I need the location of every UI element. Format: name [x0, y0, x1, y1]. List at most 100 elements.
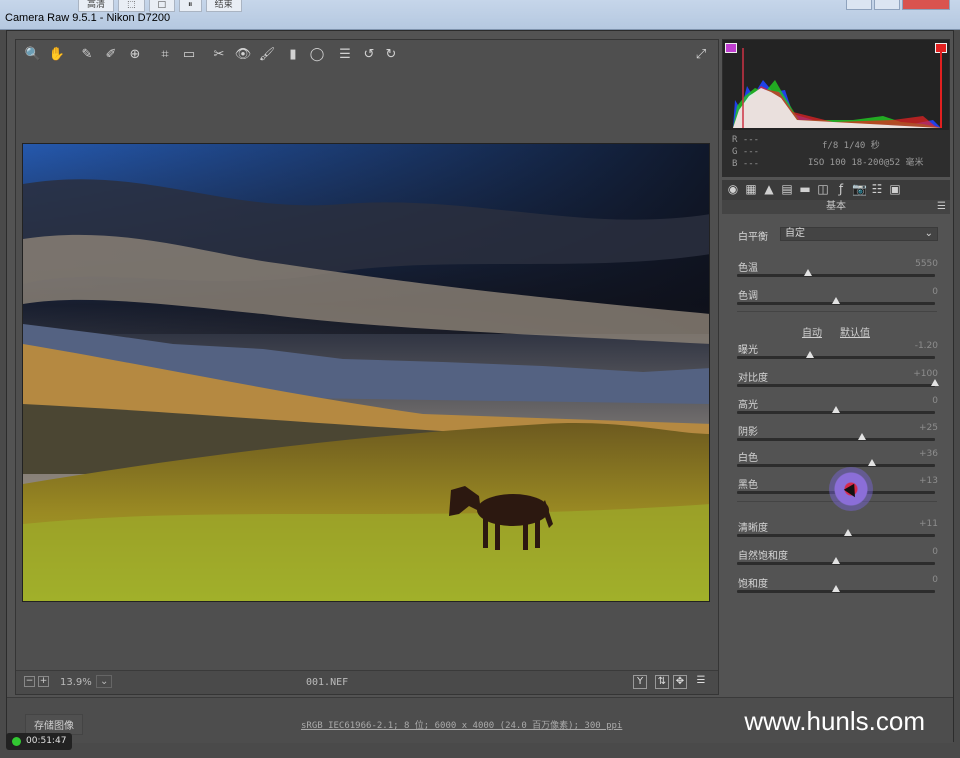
slider-track[interactable] [737, 406, 935, 414]
fullscreen-icon[interactable]: ⤢ [692, 46, 710, 64]
window-button[interactable]: □ [148, 0, 176, 12]
end-button[interactable]: 结束 [205, 0, 242, 12]
lens-info: ISO 100 18-200@52 毫米 [808, 158, 924, 168]
tone-curve-tab-icon[interactable]: ▦ [744, 182, 758, 196]
camera-raw-window: Camera Raw 9.5.1 - Nikon D7200 高清 ⬚ □ ⏸ … [0, 0, 960, 758]
radial-filter-icon[interactable]: ◯ [308, 46, 326, 64]
region-button[interactable]: ⬚ [118, 0, 145, 12]
adjustment-brush-icon[interactable]: 🖌 [258, 46, 276, 64]
slider-label: 阴影 [738, 427, 758, 438]
slider-label: 色调 [738, 291, 758, 302]
preferences-icon[interactable]: ☰ [336, 46, 354, 64]
basic-tab-icon[interactable]: ◉ [726, 182, 740, 196]
slider-thumb[interactable] [832, 557, 840, 564]
workflow-options-link[interactable]: sRGB IEC61966-2.1; 8 位; 6000 x 4000 (24.… [301, 718, 622, 731]
zoom-level[interactable]: 13.9% [60, 677, 92, 688]
slider-track[interactable] [737, 351, 935, 359]
target-adjust-icon[interactable]: ⊕ [126, 46, 144, 64]
slider-thumb[interactable] [843, 529, 852, 536]
slider-value[interactable]: +11 [898, 519, 938, 529]
default-link[interactable]: 默认值 [840, 324, 870, 339]
panel-menu-icon[interactable]: ☰ [937, 201, 946, 212]
slider-thumb[interactable] [931, 379, 939, 386]
slider-thumb[interactable] [832, 585, 840, 592]
slider-value[interactable]: +36 [898, 449, 938, 459]
slider-thumb[interactable] [804, 269, 813, 276]
slider-value[interactable]: 0 [898, 547, 938, 557]
snapshots-tab-icon[interactable]: ▣ [888, 182, 902, 196]
graduated-filter-icon[interactable]: ▮ [284, 46, 302, 64]
zoom-in-button[interactable]: + [38, 676, 49, 687]
white-balance-label: 白平衡 [738, 232, 768, 243]
slider-value[interactable]: +13 [898, 476, 938, 486]
slider-label: 白色 [738, 453, 758, 464]
slider-value[interactable]: 0 [898, 396, 938, 406]
slider-thumb[interactable] [832, 406, 840, 413]
spot-removal-icon[interactable]: ✂ [210, 46, 228, 64]
copy-settings-icon[interactable]: ✥ [673, 675, 687, 689]
slider-track[interactable] [737, 379, 939, 387]
hand-icon[interactable]: ✋ [48, 46, 66, 64]
slider-track[interactable] [737, 297, 935, 305]
hsl-tab-icon[interactable]: ▤ [780, 182, 794, 196]
slider-value[interactable]: 0 [898, 287, 938, 297]
auto-link[interactable]: 自动 [802, 324, 822, 339]
slider-value[interactable]: 0 [898, 575, 938, 585]
zoom-out-button[interactable]: − [24, 676, 35, 687]
hd-button[interactable]: 高清 [78, 0, 115, 12]
slider-thumb[interactable] [857, 433, 866, 440]
slider-track[interactable] [737, 269, 935, 277]
split-toning-tab-icon[interactable]: ▬ [798, 182, 812, 196]
window-title: Camera Raw 9.5.1 - Nikon D7200 [5, 12, 171, 24]
slider-track[interactable] [737, 459, 935, 467]
divider [737, 311, 937, 312]
status-bar: 存储图像 sRGB IEC61966-2.1; 8 位; 6000 x 4000… [7, 697, 953, 743]
preview-area: 🔍 ✋ ✎ ✐ ⊕ ⌗ ▭ ✂ 👁 🖌 ▮ ◯ ☰ ↺ ↻ ⤢ − + 13.9… [15, 39, 719, 695]
minimize-button[interactable] [846, 0, 872, 10]
white-balance-select[interactable]: 自定 ⌄ [780, 227, 938, 241]
view-settings-icon[interactable]: ☰ [694, 675, 708, 689]
maximize-button[interactable] [874, 0, 900, 10]
pause-button[interactable]: ⏸ [179, 0, 202, 12]
before-after-button[interactable]: Y [633, 675, 647, 689]
slider-track[interactable] [737, 557, 935, 565]
watermark: www.hunls.com [744, 706, 925, 736]
slider-thumb[interactable] [832, 297, 840, 304]
image-preview[interactable] [22, 143, 710, 602]
slider-track[interactable] [737, 433, 935, 441]
slider-value[interactable]: +25 [898, 423, 938, 433]
zoom-icon[interactable]: 🔍 [24, 46, 42, 64]
red-eye-icon[interactable]: 👁 [234, 46, 252, 64]
straighten-icon[interactable]: ▭ [180, 46, 198, 64]
slider-value[interactable]: -1.20 [898, 341, 938, 351]
white-balance-icon[interactable]: ✎ [78, 46, 96, 64]
crop-icon[interactable]: ⌗ [156, 46, 174, 64]
rotate-ccw-icon[interactable]: ↺ [360, 46, 378, 64]
color-sampler-icon[interactable]: ✐ [102, 46, 120, 64]
zoom-dropdown-icon[interactable]: ⌄ [96, 675, 113, 688]
slider-track[interactable] [737, 529, 935, 537]
main-frame: 🔍 ✋ ✎ ✐ ⊕ ⌗ ▭ ✂ 👁 🖌 ▮ ◯ ☰ ↺ ↻ ⤢ − + 13.9… [6, 30, 954, 743]
slider-value[interactable]: +100 [898, 369, 938, 379]
exposure-info: f/8 1/40 秒 [822, 141, 880, 151]
presets-tab-icon[interactable]: ☷ [870, 182, 884, 196]
slider-value[interactable]: 5550 [898, 259, 938, 269]
close-button[interactable] [902, 0, 950, 10]
info-r: R --- [732, 135, 760, 145]
file-name: 001.NEF [306, 677, 349, 688]
effects-tab-icon[interactable]: ƒ [834, 182, 848, 196]
save-image-button[interactable]: 存储图像 [25, 714, 83, 735]
swap-icon[interactable]: ⇅ [655, 675, 669, 689]
tool-bar: 🔍 ✋ ✎ ✐ ⊕ ⌗ ▭ ✂ 👁 🖌 ▮ ◯ ☰ ↺ ↻ ⤢ [16, 40, 718, 70]
rotate-cw-icon[interactable]: ↻ [382, 46, 400, 64]
slider-thumb[interactable] [806, 351, 815, 358]
slider-label: 自然饱和度 [738, 551, 788, 562]
slider-thumb[interactable] [867, 459, 876, 466]
detail-tab-icon[interactable]: ▲ [762, 182, 776, 196]
slider-label: 饱和度 [738, 579, 768, 590]
camera-calibration-tab-icon[interactable]: 📷 [852, 182, 867, 196]
lens-tab-icon[interactable]: ◫ [816, 182, 830, 196]
slider-track[interactable] [737, 585, 935, 593]
info-panel: R --- G --- B --- f/8 1/40 秒 ISO 100 18-… [722, 131, 950, 177]
info-b: B --- [732, 159, 760, 169]
